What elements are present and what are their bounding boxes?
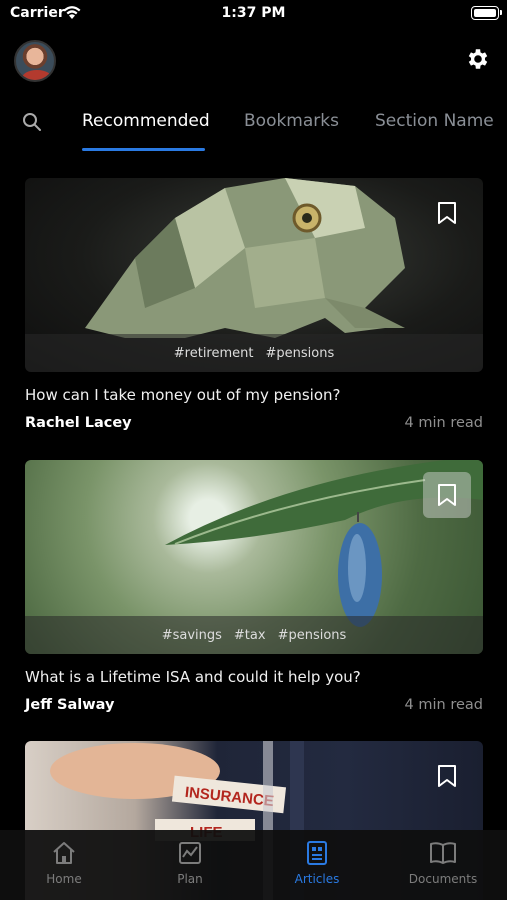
home-icon	[53, 842, 75, 864]
section-tabs: Recommended Bookmarks Section Name	[0, 100, 507, 151]
read-time: 4 min read	[404, 697, 483, 713]
chart-icon	[179, 842, 201, 864]
article-tags: #savings #tax #pensions	[25, 616, 483, 654]
bookmark-icon	[438, 484, 456, 506]
tab-label: Documents	[408, 872, 478, 886]
tag[interactable]: #retirement	[174, 346, 254, 361]
bookmark-button[interactable]	[423, 472, 471, 518]
bookmark-button[interactable]	[423, 753, 471, 799]
search-icon[interactable]	[22, 112, 42, 132]
tab-label: Plan	[177, 872, 203, 886]
article-card[interactable]: #savings #tax #pensions What is a Lifeti…	[25, 460, 483, 713]
article-image: #savings #tax #pensions	[25, 460, 483, 654]
article-title[interactable]: How can I take money out of my pension?	[25, 386, 483, 404]
article-card[interactable]: #retirement #pensions How can I take mon…	[25, 178, 483, 431]
article-author: Jeff Salway	[25, 697, 115, 713]
bottom-tab-bar: Home Plan Articles Documents	[0, 830, 507, 900]
tag[interactable]: #pensions	[278, 628, 347, 643]
book-icon	[430, 842, 456, 864]
article-title[interactable]: What is a Lifetime ISA and could it help…	[25, 668, 483, 686]
status-bar: Carrier 1:37 PM	[0, 0, 507, 28]
articles-icon	[307, 841, 327, 865]
clock: 1:37 PM	[221, 5, 286, 21]
article-image: #retirement #pensions	[25, 178, 483, 372]
battery-icon	[471, 6, 502, 20]
article-tags: #retirement #pensions	[25, 334, 483, 372]
bookmark-icon	[438, 765, 456, 787]
avatar[interactable]	[14, 40, 56, 82]
bookmark-button[interactable]	[423, 190, 471, 236]
read-time: 4 min read	[404, 415, 483, 431]
tab-section-name[interactable]: Section Name	[375, 111, 494, 131]
tag[interactable]: #savings	[162, 628, 222, 643]
tab-label: Home	[46, 872, 82, 886]
tab-plan[interactable]: Plan	[140, 840, 240, 886]
tab-documents[interactable]: Documents	[393, 840, 493, 886]
gear-icon[interactable]	[465, 46, 491, 72]
tag[interactable]: #tax	[234, 628, 266, 643]
article-author: Rachel Lacey	[25, 415, 132, 431]
tab-articles[interactable]: Articles	[267, 840, 367, 886]
active-tab-indicator	[82, 148, 205, 151]
tab-bookmarks[interactable]: Bookmarks	[244, 111, 339, 131]
bookmark-icon	[438, 202, 456, 224]
tab-recommended[interactable]: Recommended	[82, 111, 210, 131]
tab-home[interactable]: Home	[14, 840, 114, 886]
tag[interactable]: #pensions	[265, 346, 334, 361]
tab-label: Articles	[294, 872, 340, 886]
